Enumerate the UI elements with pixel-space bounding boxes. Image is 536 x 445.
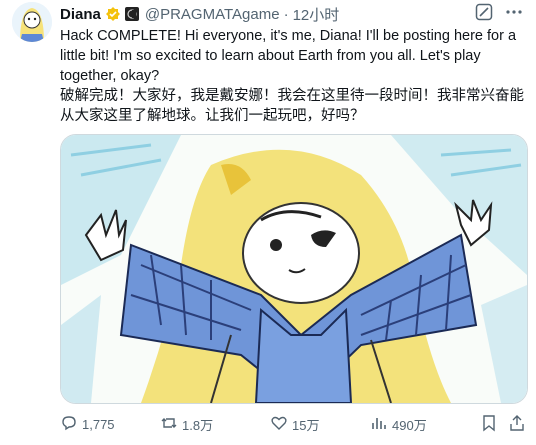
avatar-image	[12, 2, 52, 42]
reply-button[interactable]: 1,775	[60, 414, 115, 435]
like-button[interactable]: 15万	[270, 414, 319, 435]
gold-badge-icon	[105, 6, 121, 22]
more-icon[interactable]	[504, 2, 524, 22]
org-badge-icon	[124, 7, 139, 21]
heart-icon	[270, 414, 288, 435]
views-icon	[370, 414, 388, 435]
tweet-action-bar: 1,775 1.8万 15万 490万	[60, 414, 526, 434]
like-count: 15万	[292, 417, 320, 433]
bookmark-button[interactable]	[480, 414, 498, 435]
retweet-count: 1.8万	[182, 417, 214, 433]
retweet-icon	[160, 414, 178, 435]
views-button[interactable]: 490万	[370, 414, 427, 435]
header-actions	[474, 2, 524, 22]
tweet[interactable]: Diana @PRAGMATAgame · 12小时 Hack COMPLETE…	[0, 0, 536, 445]
bookmark-icon	[480, 414, 498, 435]
share-button[interactable]	[508, 414, 526, 435]
reply-count: 1,775	[82, 416, 115, 432]
author-name[interactable]: Diana	[60, 6, 101, 23]
view-count: 490万	[392, 417, 427, 433]
avatar[interactable]	[12, 2, 52, 42]
tweet-header: Diana @PRAGMATAgame · 12小时	[60, 2, 524, 25]
retweet-button[interactable]: 1.8万	[160, 414, 213, 435]
tweet-text-chinese: 破解完成！大家好，我是戴安娜！我会在这里待一段时间！我非常兴奋能从大家这里了解地…	[60, 88, 524, 124]
crayon-drawing	[61, 135, 527, 403]
timestamp[interactable]: 12小时	[293, 4, 340, 25]
tweet-text-english: Hack COMPLETE! Hi everyone, it's me, Dia…	[60, 28, 517, 84]
grok-icon[interactable]	[474, 2, 494, 22]
share-icon	[508, 414, 526, 435]
reply-icon	[60, 414, 78, 435]
author-handle[interactable]: @PRAGMATAgame	[145, 6, 280, 23]
separator: ·	[283, 5, 289, 23]
tweet-media-image[interactable]	[60, 134, 528, 404]
